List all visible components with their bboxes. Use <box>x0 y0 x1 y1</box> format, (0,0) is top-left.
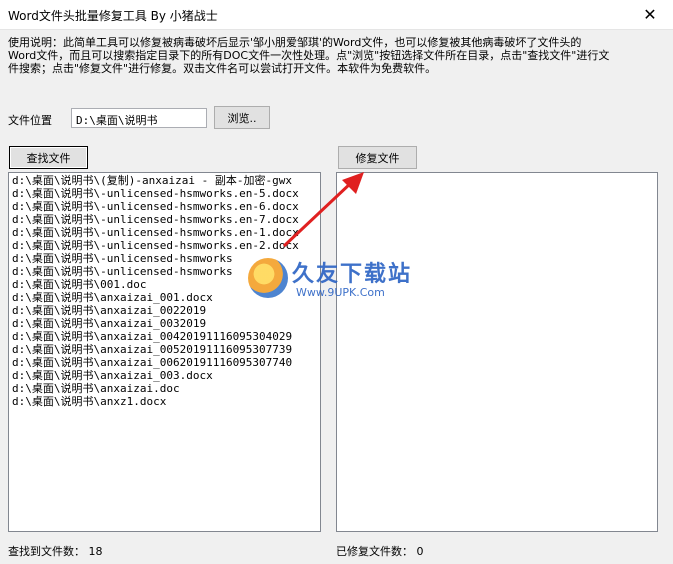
list-item[interactable]: d:\桌面\说明书\anxaizai_00520191116095307739 <box>9 343 320 356</box>
found-count-label: 查找到文件数： 18 <box>8 545 103 558</box>
list-item[interactable]: d:\桌面\说明书\anxz1.docx <box>9 395 320 408</box>
repaired-count-value: 0 <box>416 545 424 558</box>
list-item[interactable]: d:\桌面\说明书\-unlicensed-hsmworks.en-5.docx <box>9 187 320 200</box>
list-item[interactable]: d:\桌面\说明书\anxaizai_00420191116095304029 <box>9 330 320 343</box>
list-item[interactable]: d:\桌面\说明书\-unlicensed-hsmworks.en-6.docx <box>9 200 320 213</box>
list-item[interactable]: d:\桌面\说明书\-unlicensed-hsmworks.en-7.docx <box>9 213 320 226</box>
repair-files-button[interactable]: 修复文件 <box>338 146 417 169</box>
red-arrow-annotation <box>282 172 364 248</box>
list-item[interactable]: d:\桌面\说明书\-unlicensed-hsmworks.en-1.docx <box>9 226 320 239</box>
found-count-value: 18 <box>88 545 103 558</box>
watermark-logo-icon <box>248 258 288 298</box>
list-item[interactable]: d:\桌面\说明书\anxaizai.doc <box>9 382 320 395</box>
repaired-files-list[interactable] <box>336 172 658 532</box>
usage-description: 使用说明：此简单工具可以修复被病毒破坏后显示'邹小朋爱邹琪'的Word文件，也可… <box>8 36 610 75</box>
list-item[interactable]: d:\桌面\说明书\-unlicensed-hsmworks.en-2.docx <box>9 239 320 252</box>
title-bar: Word文件头批量修复工具 By 小猪战士 ✕ <box>0 0 673 30</box>
find-files-button[interactable]: 查找文件 <box>9 146 88 169</box>
list-item[interactable]: d:\桌面\说明书\anxaizai_0032019 <box>9 317 320 330</box>
watermark-brand: 久友下载站 <box>292 262 413 287</box>
window-title: Word文件头批量修复工具 By 小猪战士 <box>8 9 218 23</box>
browse-button[interactable]: 浏览.. <box>214 106 270 129</box>
list-item[interactable]: d:\桌面\说明书\anxaizai_003.docx <box>9 369 320 382</box>
list-item[interactable]: d:\桌面\说明书\anxaizai_00620191116095307740 <box>9 356 320 369</box>
file-location-input[interactable]: D:\桌面\说明书 <box>71 108 207 128</box>
repaired-count-label: 已修复文件数： 0 <box>336 545 424 558</box>
found-files-list[interactable]: d:\桌面\说明书\(复制)-anxaizai - 副本-加密-gwx d:\桌面… <box>8 172 321 532</box>
watermark: 久友下载站 Www.9UPK.Com <box>248 254 428 308</box>
watermark-url: Www.9UPK.Com <box>296 286 385 299</box>
file-location-label: 文件位置 <box>8 114 52 127</box>
list-item[interactable]: d:\桌面\说明书\(复制)-anxaizai - 副本-加密-gwx <box>9 174 320 187</box>
close-icon[interactable]: ✕ <box>633 2 667 26</box>
